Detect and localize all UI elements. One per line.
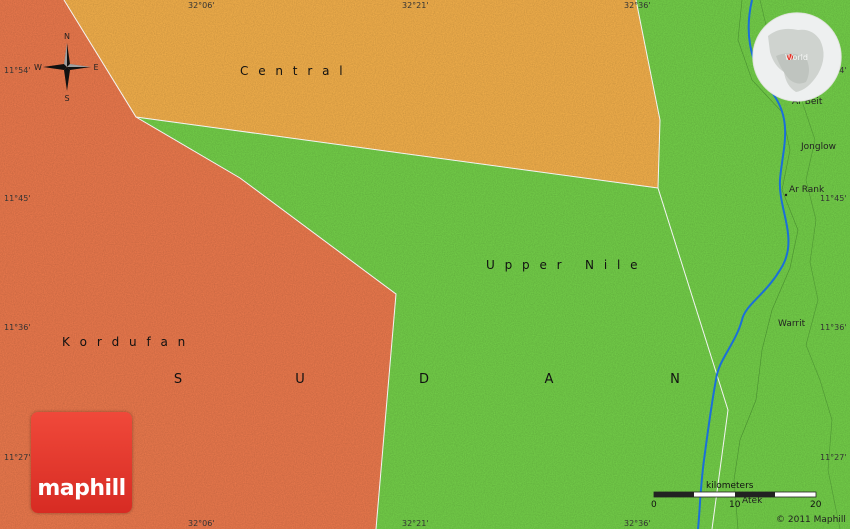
coord-top-1: 32°06' <box>188 1 215 10</box>
logo-text: maphill <box>37 476 126 501</box>
place-dot <box>784 193 788 197</box>
coord-bottom-3: 32°36' <box>624 519 651 528</box>
region-label-kordufan: K o r d u f a n <box>62 335 188 349</box>
compass-s: S <box>64 94 69 103</box>
compass-n: N <box>64 32 70 41</box>
coord-top-3: 32°36' <box>624 1 651 10</box>
country-letter-n: N <box>670 372 680 387</box>
coord-right-3: 11°36' <box>820 323 847 332</box>
coord-right-4: 11°27' <box>820 453 847 462</box>
scale-tick-10: 10 <box>729 500 741 510</box>
compass-w: W <box>34 63 42 72</box>
coord-left-4: 11°27' <box>4 453 31 462</box>
country-letter-s: S <box>174 372 182 387</box>
region-label-central: C e n t r a l <box>240 64 346 78</box>
scale-tick-20: 20 <box>810 500 822 510</box>
globe-label: World <box>785 53 808 62</box>
place-ar-rank: Ar Rank <box>789 185 825 195</box>
coord-bottom-1: 32°06' <box>188 519 215 528</box>
place-warrit: Warrit <box>778 319 806 329</box>
copyright: © 2011 Maphill <box>776 515 846 525</box>
scale-tick-0: 0 <box>651 500 657 510</box>
coord-right-2: 11°45' <box>820 194 847 203</box>
scale-title: kilometers <box>706 481 754 491</box>
coord-left-3: 11°36' <box>4 323 31 332</box>
globe-inset: World <box>752 12 842 102</box>
maphill-logo[interactable]: maphill <box>31 412 132 513</box>
compass-e: E <box>93 63 98 72</box>
region-label-upper-nile: U p p e r N i l e <box>486 258 641 272</box>
country-letter-d: D <box>419 372 429 387</box>
coord-left-1: 11°54' <box>4 66 31 75</box>
country-letter-u: U <box>295 372 305 387</box>
place-atek: Atek <box>742 496 763 506</box>
map: 32°06' 32°21' 32°36' 32°06' 32°21' 32°36… <box>0 0 850 529</box>
country-letter-a: A <box>545 372 554 387</box>
coord-bottom-2: 32°21' <box>402 519 429 528</box>
place-jonglow: Jonglow <box>800 142 836 152</box>
coord-top-2: 32°21' <box>402 1 429 10</box>
coord-left-2: 11°45' <box>4 194 31 203</box>
